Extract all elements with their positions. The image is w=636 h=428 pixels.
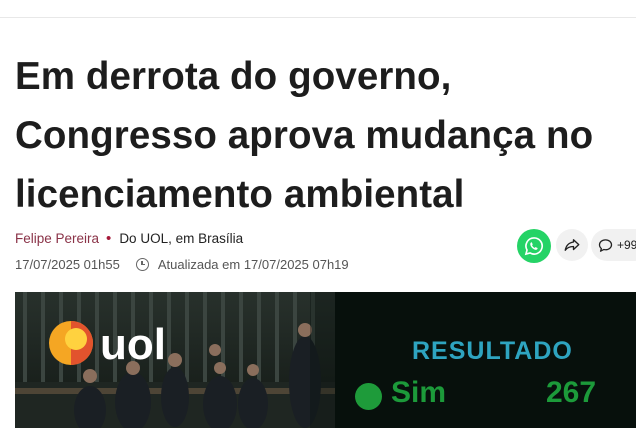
- top-bar: [0, 0, 636, 18]
- whatsapp-share-button[interactable]: [517, 229, 551, 263]
- headline-line-3: licenciamento ambiental: [15, 173, 465, 216]
- headline-line-2: Congresso aprova mudança no: [15, 114, 594, 157]
- author-link[interactable]: Felipe Pereira: [15, 231, 99, 246]
- updated-date: Atualizada em 17/07/2025 07h19: [157, 257, 349, 272]
- comments-button[interactable]: +99: [591, 229, 636, 261]
- comments-count: +99: [617, 238, 636, 252]
- vote-panel-title: RESULTADO: [412, 337, 573, 365]
- share-arrow-icon: [564, 239, 580, 251]
- share-button[interactable]: [556, 229, 588, 261]
- vote-yes-label: Sim: [391, 376, 447, 409]
- article-source: Do UOL, em Brasília: [119, 231, 244, 246]
- published-date: 17/07/2025 01h55: [15, 257, 120, 272]
- byline: Felipe Pereira • Do UOL, em Brasília: [15, 231, 243, 246]
- vote-yes-indicator: [355, 383, 382, 410]
- headline-line-1: Em derrota do governo,: [15, 55, 452, 98]
- logo-text: uol: [100, 322, 166, 366]
- uol-logo-text: uol: [100, 322, 166, 366]
- whatsapp-icon: [524, 237, 543, 256]
- speech-bubble-icon: [598, 238, 613, 252]
- uol-logo-icon: [49, 321, 93, 365]
- vote-yes-count: 267: [546, 376, 597, 409]
- clock-icon: [135, 258, 149, 271]
- article-dates: 17/07/2025 01h55 Atualizada em 17/07/202…: [15, 257, 349, 272]
- byline-separator: •: [106, 230, 112, 247]
- article-headline: Em derrota do governo, Congresso aprova m…: [15, 47, 625, 224]
